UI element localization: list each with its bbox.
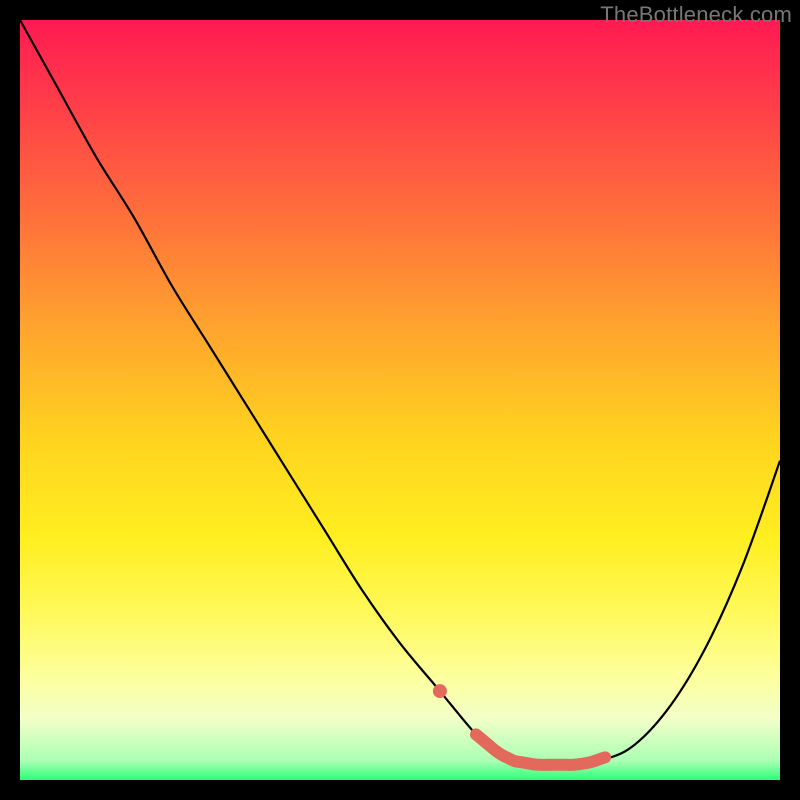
watermark-text: TheBottleneck.com <box>600 2 792 28</box>
bottleneck-curve <box>20 20 780 765</box>
chart-svg <box>20 20 780 780</box>
chart-frame: TheBottleneck.com <box>0 0 800 800</box>
highlight-segment <box>476 734 605 764</box>
highlight-dot <box>433 684 447 698</box>
chart-plot-area <box>20 20 780 780</box>
